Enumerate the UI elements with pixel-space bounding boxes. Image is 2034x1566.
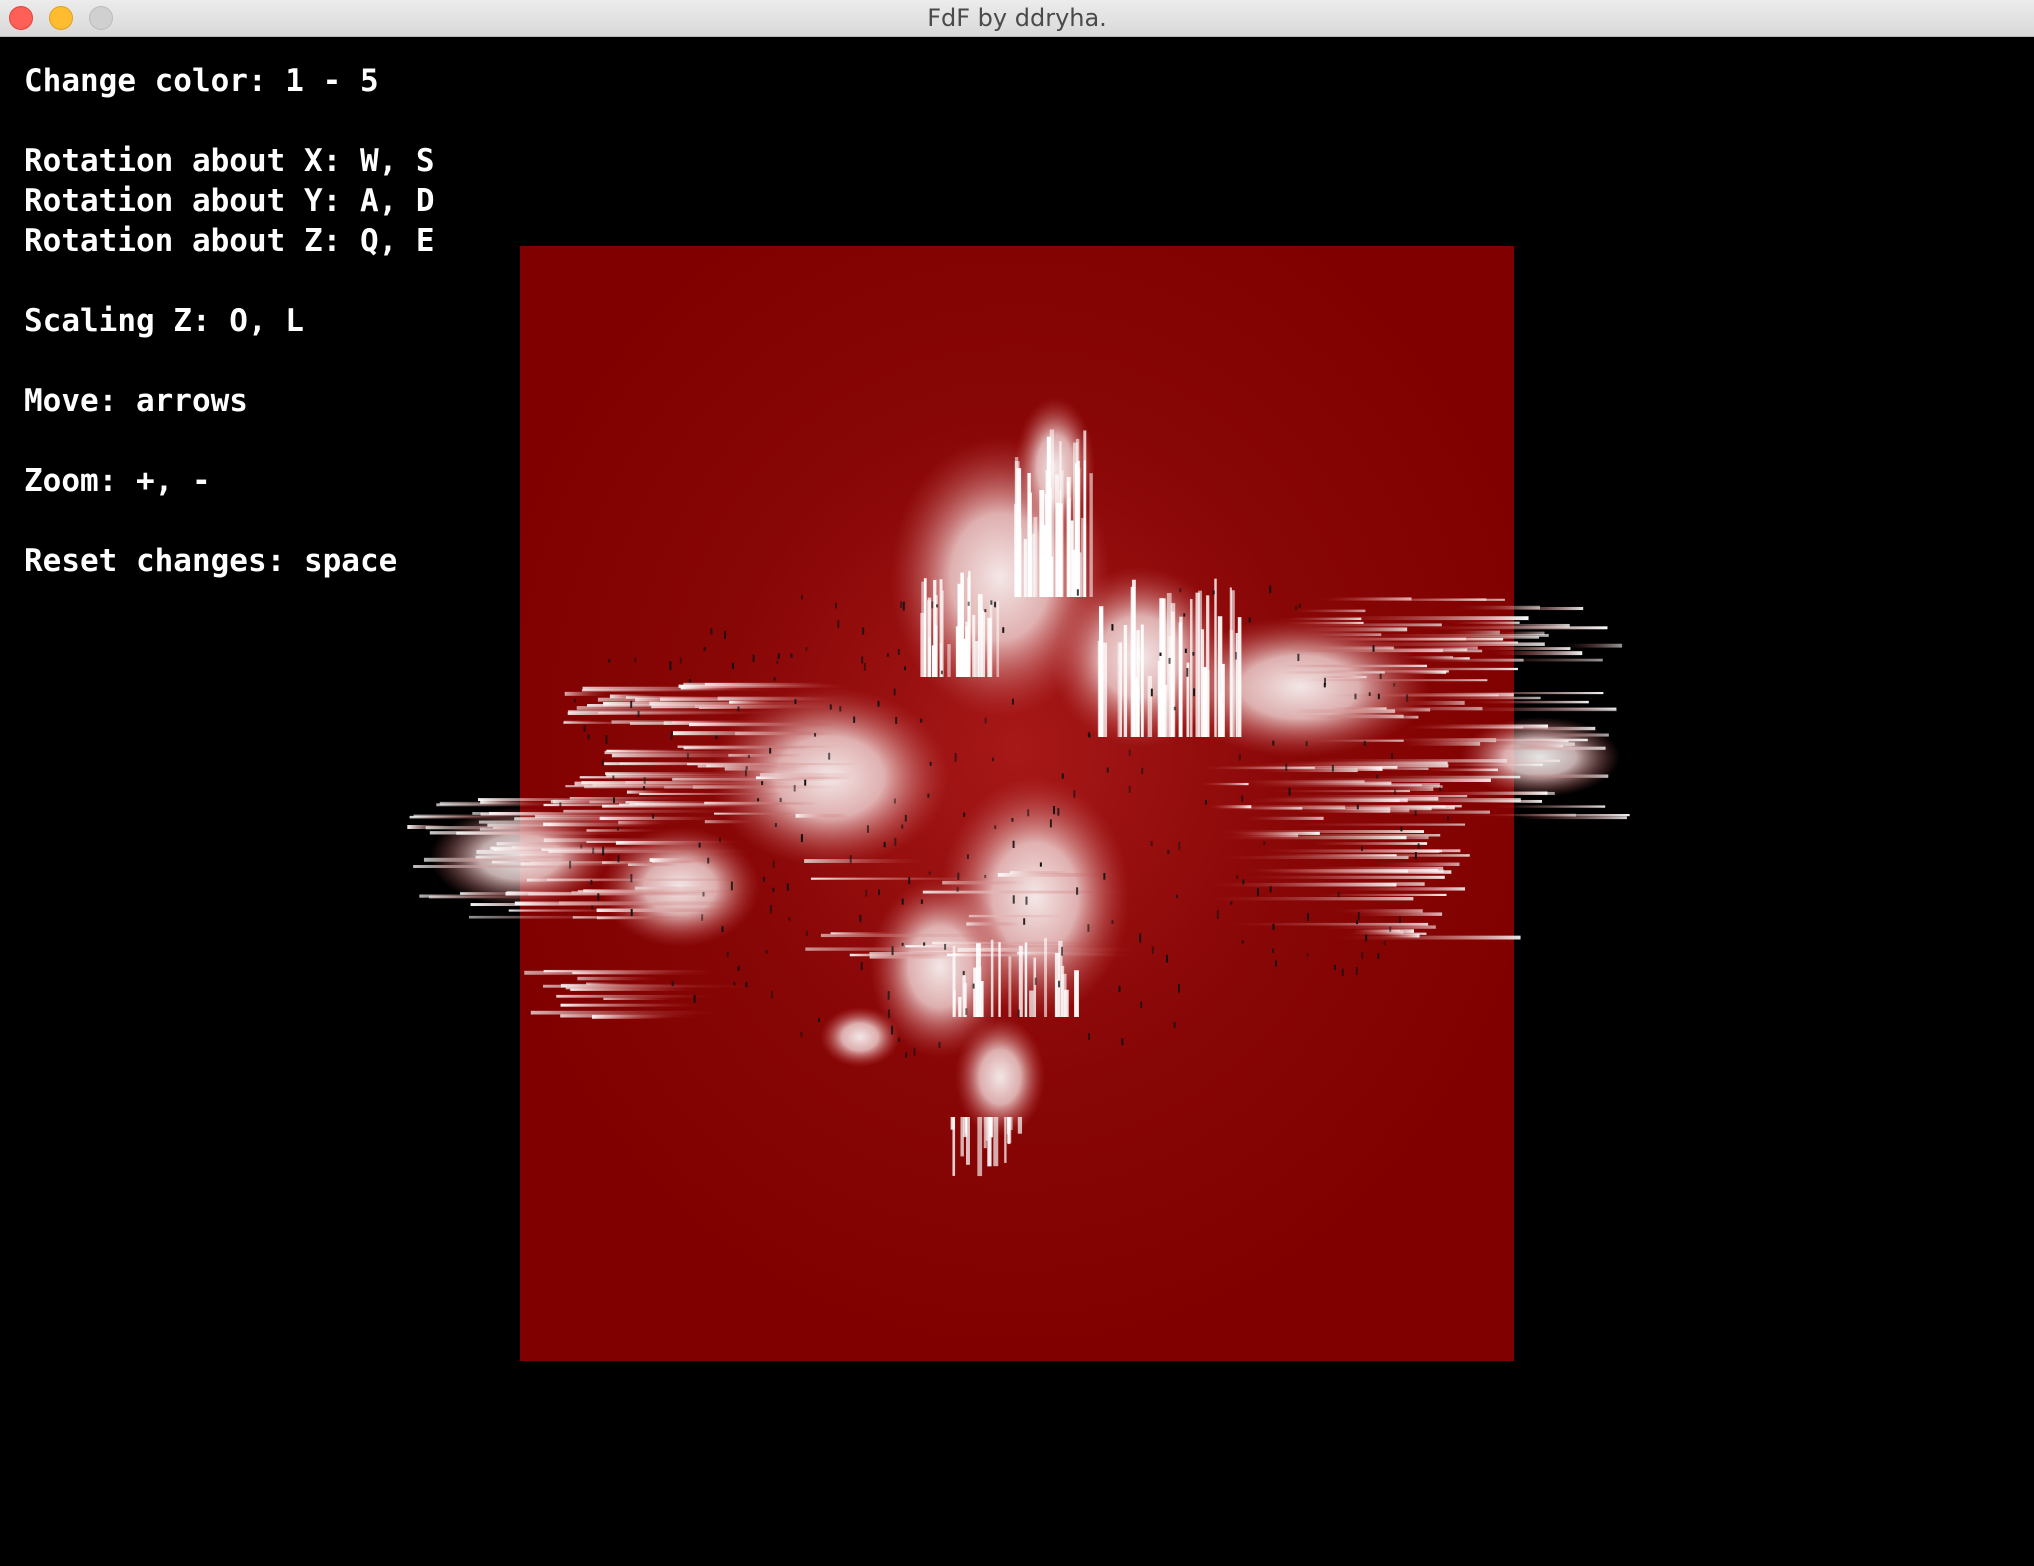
help-zoom: Zoom: +, -	[24, 463, 211, 499]
fdf-window: FdF by ddryha. Change color: 1 - 5 Rotat…	[0, 0, 2034, 1566]
help-rotation-y: Rotation about Y: A, D	[24, 183, 435, 219]
help-scaling-z: Scaling Z: O, L	[24, 303, 304, 339]
help-change-color: Change color: 1 - 5	[24, 63, 379, 99]
help-move: Move: arrows	[24, 383, 248, 419]
help-reset: Reset changes: space	[24, 543, 398, 579]
window-title: FdF by ddryha.	[927, 4, 1107, 32]
controls-help: Change color: 1 - 5 Rotation about X: W,…	[24, 61, 435, 581]
help-rotation-z: Rotation about Z: Q, E	[24, 223, 435, 259]
title-bar[interactable]: FdF by ddryha.	[0, 0, 2034, 37]
help-rotation-x: Rotation about X: W, S	[24, 143, 435, 179]
render-canvas[interactable]: Change color: 1 - 5 Rotation about X: W,…	[0, 37, 2034, 1566]
